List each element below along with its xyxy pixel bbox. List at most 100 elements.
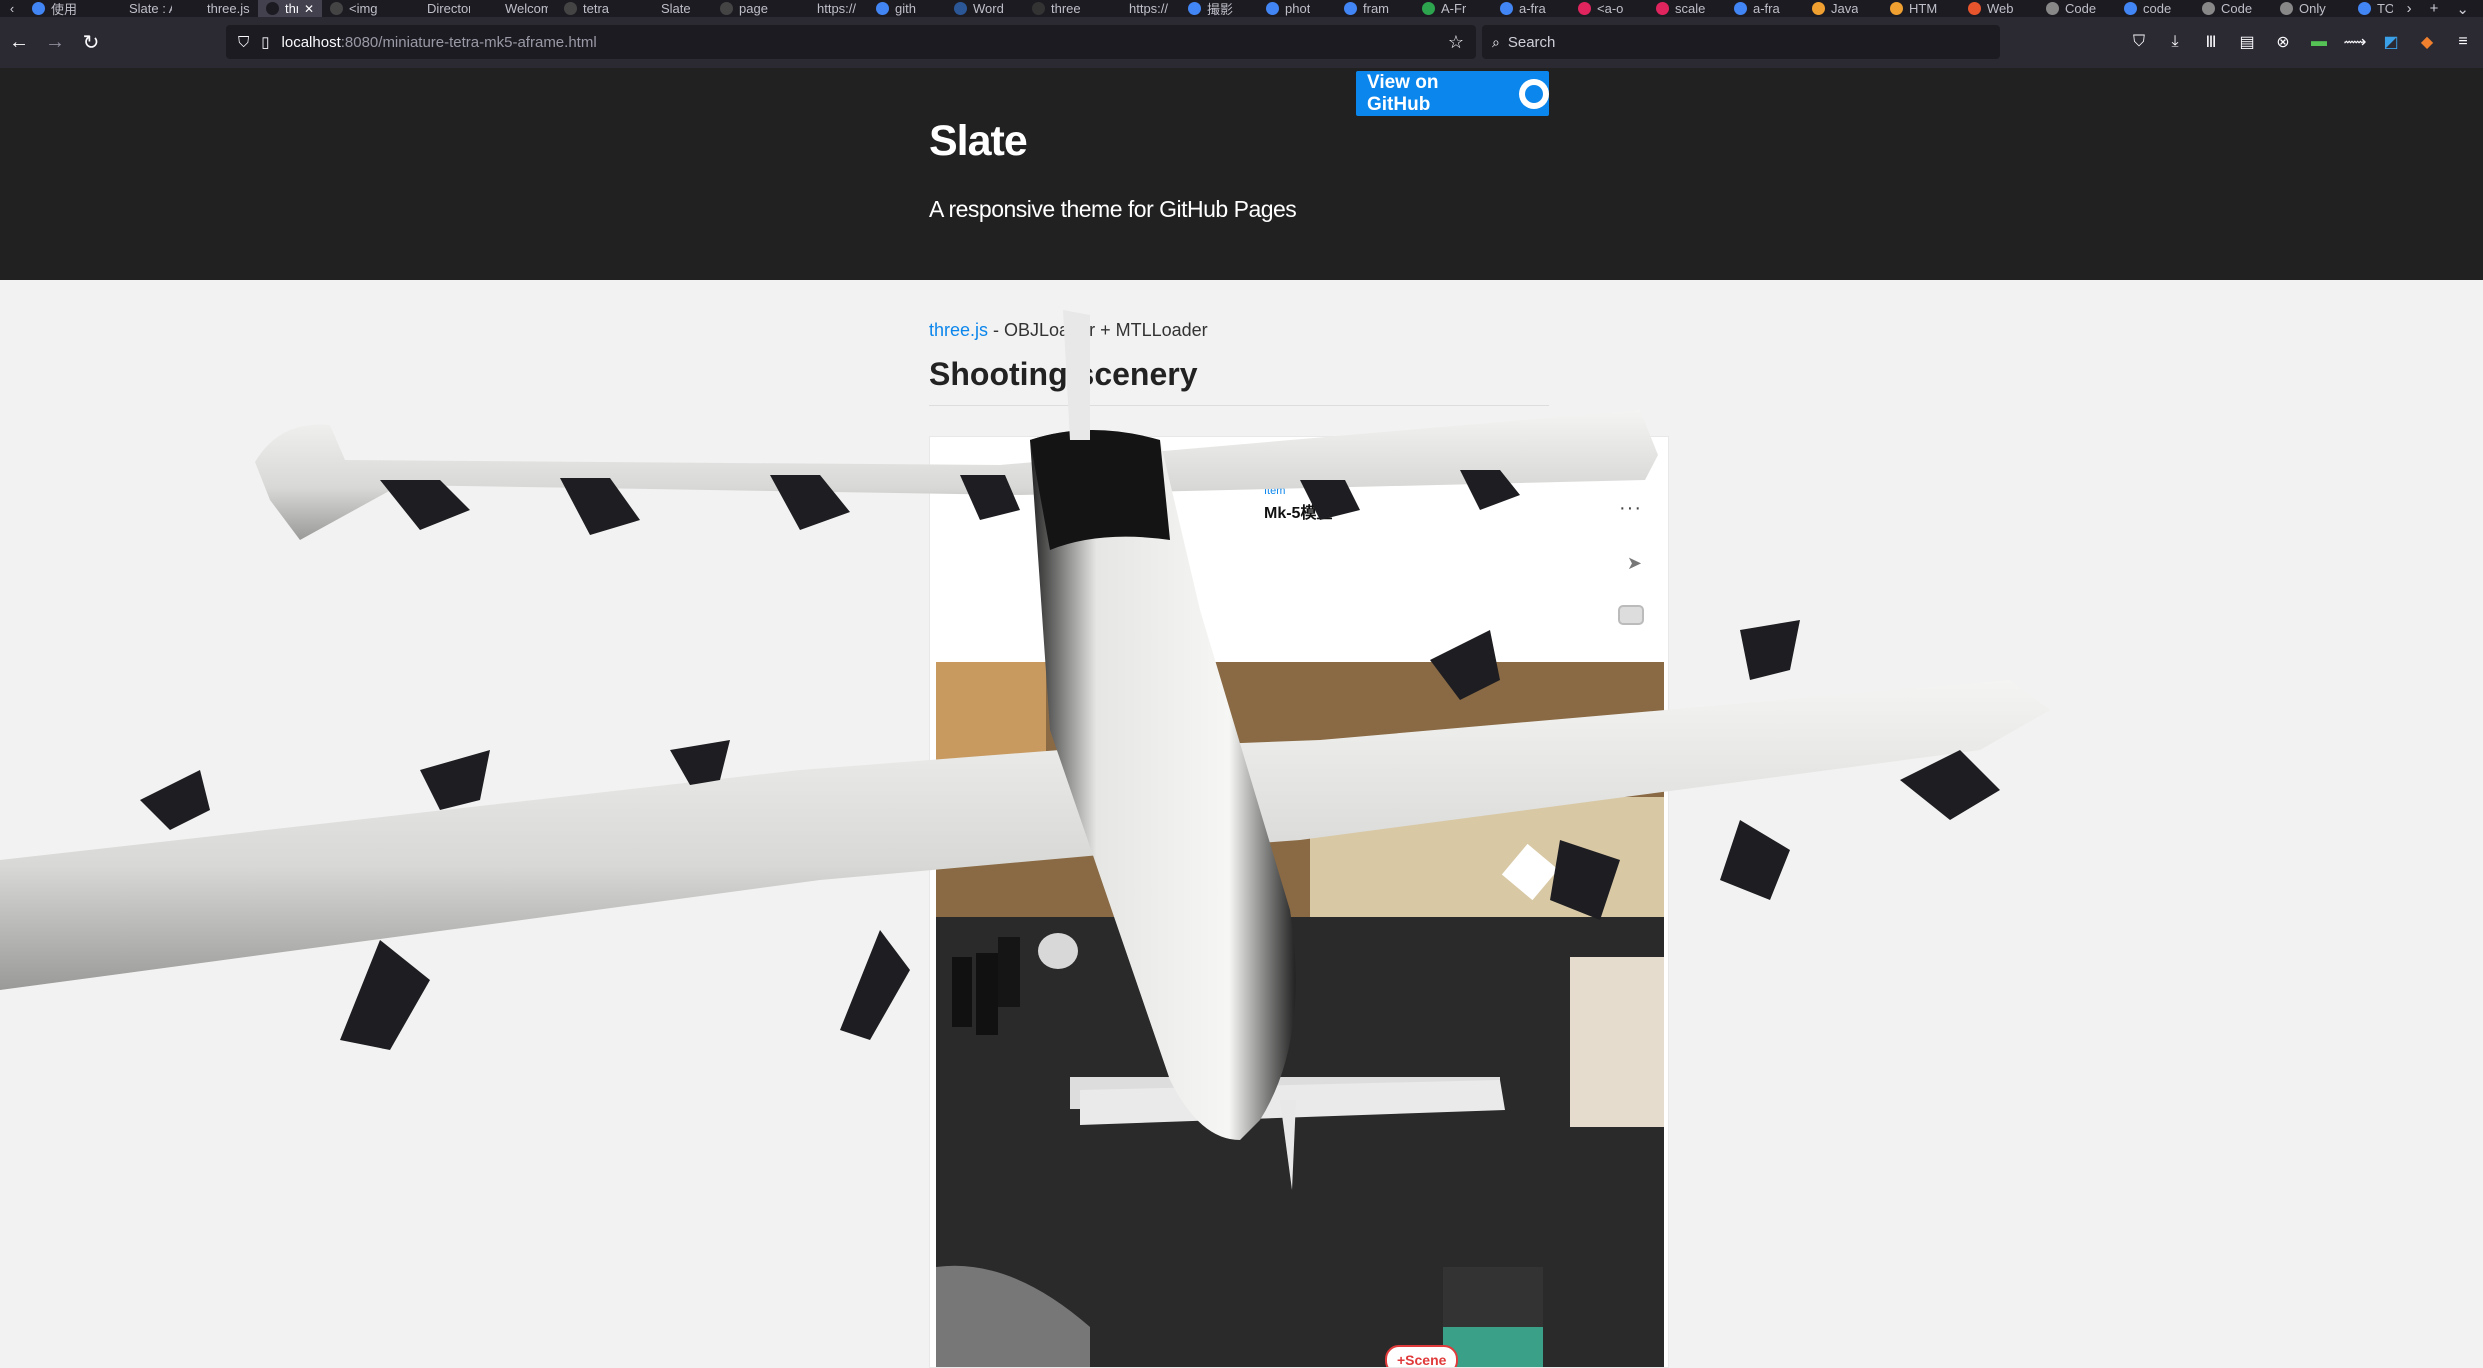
tab-label: Web: [1987, 1, 2014, 16]
tab-label: three.js: [207, 1, 250, 16]
tab-label: page: [739, 1, 768, 16]
browser-tab[interactable]: Only: [2272, 0, 2350, 17]
view-on-github-button[interactable]: View on GitHub: [1356, 71, 1549, 116]
reload-button[interactable]: ↻: [74, 26, 108, 60]
browser-tab[interactable]: https://: [790, 0, 868, 17]
share-icon[interactable]: ➤: [1627, 553, 1642, 574]
embedded-scene-card[interactable]: Item Mk-5模型 ··· ➤ +Scene: [929, 436, 1669, 1368]
tab-favicon-icon: [1032, 2, 1045, 15]
embed-title: Item Mk-5模型: [1264, 485, 1332, 523]
tab-favicon-icon: [798, 2, 811, 15]
tab-label: 使用: [51, 2, 78, 17]
tab-label: HTM: [1909, 1, 1938, 16]
tab-favicon-icon: [1890, 2, 1903, 15]
download-icon[interactable]: ⤓: [2165, 32, 2185, 52]
forward-button[interactable]: →: [38, 26, 72, 60]
tab-favicon-icon: [1266, 2, 1279, 15]
url-host: localhost: [281, 33, 341, 51]
tab-favicon-icon: [2202, 2, 2215, 15]
browser-tab[interactable]: TOH: [2350, 0, 2393, 17]
extension-route-icon[interactable]: ⟿: [2344, 32, 2367, 52]
tab-favicon-icon: [1578, 2, 1591, 15]
reader-view-icon[interactable]: ▤: [2237, 32, 2257, 52]
browser-tab[interactable]: HTM: [1882, 0, 1960, 17]
tab-label: https://: [817, 1, 857, 16]
page-header: [0, 68, 2483, 280]
browser-tab[interactable]: A-Fr: [1414, 0, 1492, 17]
more-options-icon[interactable]: ···: [1619, 497, 1642, 520]
tab-label: A-Fr: [1441, 1, 1467, 16]
tab-label: Java: [1831, 1, 1859, 16]
browser-tab[interactable]: Word: [946, 0, 1024, 17]
browser-tab[interactable]: code: [2116, 0, 2194, 17]
browser-tab[interactable]: page: [712, 0, 790, 17]
shield-icon[interactable]: ⛉: [238, 34, 249, 51]
browser-tab[interactable]: Slate : A: [102, 0, 180, 17]
browser-tab[interactable]: 撮影: [1180, 0, 1258, 17]
tab-close-icon[interactable]: ✕: [304, 2, 314, 16]
tab-active[interactable]: three ✕: [258, 0, 322, 17]
search-bar[interactable]: ⌕: [1482, 25, 2000, 59]
back-button[interactable]: ←: [2, 26, 36, 60]
tab-favicon-icon: [408, 2, 421, 15]
bookmark-star-icon[interactable]: ☆: [1448, 32, 1464, 53]
tab-scroll-left-icon[interactable]: ‹: [0, 0, 24, 17]
tab-label: Welcom: [505, 1, 548, 16]
browser-tab[interactable]: three.js: [180, 0, 258, 17]
browser-tab[interactable]: 使用: [24, 0, 102, 17]
browser-tab[interactable]: https://: [1102, 0, 1180, 17]
url-text[interactable]: localhost:8080/miniature-tetra-mk5-afram…: [282, 34, 597, 51]
new-tab-icon[interactable]: +: [2430, 0, 2439, 17]
tab-favicon-icon: [2046, 2, 2059, 15]
tab-label: <img: [349, 1, 378, 16]
tab-favicon-icon: [564, 2, 577, 15]
extension-puzzle-icon[interactable]: ◩: [2381, 32, 2401, 52]
browser-tab[interactable]: <a-o: [1570, 0, 1648, 17]
tab-favicon-icon: [486, 2, 499, 15]
extension-x-icon[interactable]: ⊗: [2273, 32, 2293, 52]
threejs-link[interactable]: three.js: [929, 320, 988, 340]
tab-label: Only: [2299, 1, 2326, 16]
extension-battery-icon[interactable]: ▬: [2309, 32, 2329, 52]
tab-label: Slate : A: [129, 1, 172, 16]
browser-tab[interactable]: a-fra: [1726, 0, 1804, 17]
browser-tab[interactable]: three: [1024, 0, 1102, 17]
tab-scroll-right-icon[interactable]: ›: [2407, 0, 2412, 17]
browser-tab[interactable]: Code: [2194, 0, 2272, 17]
camera-icon[interactable]: [1618, 605, 1644, 625]
browser-tab[interactable]: Code: [2038, 0, 2116, 17]
page-icon[interactable]: ▯: [261, 33, 269, 51]
browser-tab[interactable]: <img: [322, 0, 400, 17]
search-input[interactable]: [1507, 33, 1948, 51]
browser-tab[interactable]: a-fra: [1492, 0, 1570, 17]
browser-tab[interactable]: phot: [1258, 0, 1336, 17]
tab-favicon-icon: [1656, 2, 1669, 15]
url-bar[interactable]: ⛉ ▯ localhost:8080/miniature-tetra-mk5-a…: [226, 25, 1476, 59]
tab-favicon-icon: [266, 2, 279, 15]
tab-favicon-icon: [876, 2, 889, 15]
tab-list-icon[interactable]: ⌄: [2456, 0, 2469, 18]
tab-favicon-icon: [1422, 2, 1435, 15]
browser-tab[interactable]: Welcom: [478, 0, 556, 17]
extension-fox-icon[interactable]: ◆: [2417, 32, 2437, 52]
browser-tab[interactable]: fram: [1336, 0, 1414, 17]
browser-tab[interactable]: Slate: [634, 0, 712, 17]
tab-label: fram: [1363, 1, 1389, 16]
add-scene-button[interactable]: +Scene: [1385, 1345, 1459, 1367]
tab-label: gith: [895, 1, 916, 16]
menu-icon[interactable]: ≡: [2453, 32, 2473, 52]
tab-label: phot: [1285, 1, 1311, 16]
tab-favicon-icon: [32, 2, 45, 15]
tab-favicon-icon: [330, 2, 343, 15]
tab-favicon-icon: [1812, 2, 1825, 15]
browser-tab[interactable]: Web: [1960, 0, 2038, 17]
browser-tab[interactable]: tetra: [556, 0, 634, 17]
browser-tab[interactable]: Java: [1804, 0, 1882, 17]
browser-tab-bar: ‹ 使用 Slate : A three.js three ✕ <img Director W…: [0, 0, 2483, 17]
tab-favicon-icon: [2124, 2, 2137, 15]
browser-tab[interactable]: Director: [400, 0, 478, 17]
browser-tab[interactable]: gith: [868, 0, 946, 17]
browser-tab[interactable]: scale: [1648, 0, 1726, 17]
pocket-icon[interactable]: ⛉: [2129, 32, 2149, 52]
library-icon[interactable]: Ⅲ: [2201, 32, 2221, 52]
